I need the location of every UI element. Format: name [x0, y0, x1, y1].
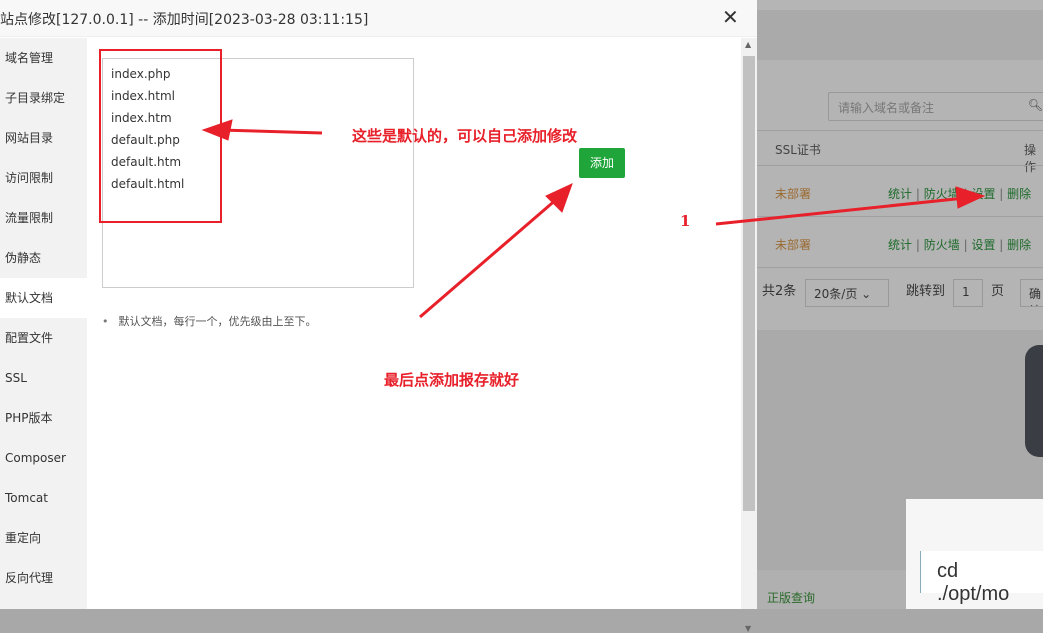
- arrow-left: [219, 128, 323, 135]
- arrow-up-head: [545, 183, 573, 213]
- scroll-down-icon[interactable]: ▼: [745, 624, 751, 633]
- arrow-right-head: [955, 186, 986, 209]
- arrow-right: [715, 196, 966, 226]
- arrow-left-head: [201, 119, 233, 141]
- annotation-arrows: [201, 119, 986, 319]
- arrow-up: [419, 196, 559, 319]
